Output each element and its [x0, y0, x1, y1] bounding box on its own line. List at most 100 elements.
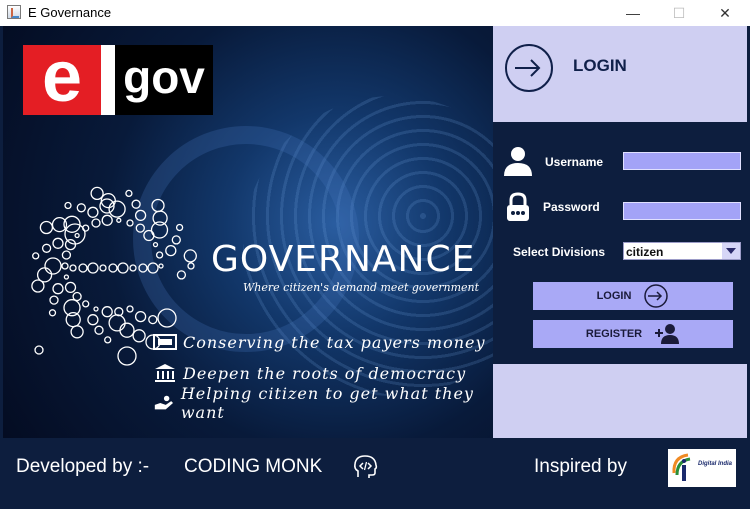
- bubble: [165, 244, 177, 257]
- bubble: [63, 274, 70, 280]
- bullet-item: Deepen the roots of democracy: [153, 362, 466, 384]
- close-button[interactable]: ✕: [702, 0, 748, 26]
- helping-hand-icon: [154, 395, 174, 410]
- bubble: [101, 306, 113, 318]
- bubble: [155, 251, 164, 259]
- bubble: [101, 214, 113, 226]
- bubble: [132, 329, 146, 343]
- bubble: [147, 262, 159, 274]
- logo-e-letter: e: [23, 41, 101, 115]
- bubble: [76, 203, 86, 213]
- bubble: [64, 281, 77, 294]
- bubble: [129, 264, 137, 272]
- login-arrow-icon: [644, 284, 669, 308]
- digital-india-logo: Digital India: [668, 449, 736, 487]
- bubble: [41, 243, 52, 253]
- bubble: [108, 314, 126, 332]
- bubble: [52, 283, 64, 295]
- bubble: [158, 263, 164, 269]
- bubble: [151, 198, 165, 213]
- register-button-label: REGISTER: [585, 328, 643, 340]
- bubble: [108, 263, 118, 273]
- division-selected-value: citizen: [626, 245, 664, 259]
- bubble: [61, 262, 69, 270]
- hero-banner: e gov GOVERNANCE Where citizen's demand …: [3, 26, 493, 438]
- username-input[interactable]: [623, 152, 741, 170]
- bubble: [143, 229, 155, 242]
- bubble: [117, 262, 129, 274]
- bubble: [94, 325, 104, 335]
- bubble: [34, 345, 44, 355]
- login-button-label: LOGIN: [596, 290, 632, 302]
- bubble: [116, 217, 122, 223]
- bubble: [99, 264, 107, 272]
- bubble: [72, 291, 82, 302]
- title-bar: E Governance — ☐ ✕: [0, 0, 750, 27]
- window-title: E Governance: [28, 5, 112, 20]
- bubble: [52, 237, 64, 249]
- bubble: [82, 300, 90, 308]
- login-button[interactable]: LOGIN: [533, 282, 733, 310]
- bullet-text: Helping citizen to get what they want: [180, 384, 474, 422]
- egov-logo: e gov: [23, 41, 213, 115]
- bubble: [135, 223, 145, 233]
- bubble: [49, 295, 59, 305]
- bubble: [126, 305, 134, 313]
- minimize-button[interactable]: —: [610, 0, 656, 26]
- logo-divider: [101, 45, 115, 115]
- bubble: [87, 314, 99, 326]
- code-brain-icon: [354, 455, 378, 478]
- bubble: [126, 219, 134, 227]
- java-app-icon: [7, 5, 21, 19]
- bubble: [91, 218, 101, 228]
- division-label: Select Divisions: [513, 245, 606, 259]
- register-button[interactable]: REGISTER: [533, 320, 733, 348]
- username-label: Username: [545, 155, 604, 169]
- maximize-button[interactable]: ☐: [656, 0, 702, 26]
- bubble: [176, 270, 187, 280]
- bubble: [70, 325, 84, 339]
- bullet-item: Helping citizen to get what they want: [153, 384, 493, 422]
- bubble: [134, 209, 147, 222]
- bullet-text: Deepen the roots of democracy: [183, 363, 467, 383]
- login-panel-footer: [493, 364, 747, 438]
- bubble: [117, 346, 137, 366]
- bubble: [36, 267, 53, 283]
- password-label: Password: [543, 200, 600, 214]
- bubble: [93, 306, 99, 312]
- chevron-down-icon[interactable]: [722, 243, 740, 259]
- brand-tagline: Where citizen's demand meet government: [243, 281, 480, 294]
- digital-india-text: Digital India: [698, 461, 733, 467]
- bubble: [134, 310, 147, 323]
- division-select[interactable]: citizen: [623, 242, 741, 260]
- developed-by-label: Developed by :-: [16, 456, 150, 477]
- bubble: [171, 235, 181, 245]
- login-header: LOGIN: [493, 26, 747, 122]
- bubble: [131, 199, 141, 209]
- brand-title: GOVERNANCE: [211, 239, 476, 280]
- bubble: [157, 308, 177, 328]
- bubble: [64, 201, 72, 210]
- login-header-label: LOGIN: [573, 56, 627, 75]
- main-frame: e gov GOVERNANCE Where citizen's demand …: [0, 26, 750, 509]
- lock-icon: [507, 192, 529, 221]
- login-panel: LOGIN Username Password Select Divisions…: [493, 26, 747, 438]
- login-arrow-icon: [505, 44, 553, 92]
- bullet-item: Conserving the tax payers money: [153, 331, 486, 353]
- bubble: [104, 336, 112, 344]
- logo-gov-text: gov: [123, 51, 205, 103]
- bubble: [39, 220, 54, 235]
- bubble: [48, 309, 57, 317]
- bullet-text: Conserving the tax payers money: [183, 332, 486, 352]
- bubble: [87, 206, 99, 218]
- bubble: [32, 252, 40, 260]
- building-icon: [155, 364, 175, 382]
- bubble: [61, 250, 72, 260]
- money-icon: [153, 334, 177, 350]
- bubble: [78, 263, 88, 273]
- user-icon: [504, 147, 532, 176]
- bubble: [125, 189, 133, 198]
- bubble: [69, 264, 77, 272]
- inspired-by-label: Inspired by: [534, 456, 627, 477]
- password-input[interactable]: [623, 202, 741, 220]
